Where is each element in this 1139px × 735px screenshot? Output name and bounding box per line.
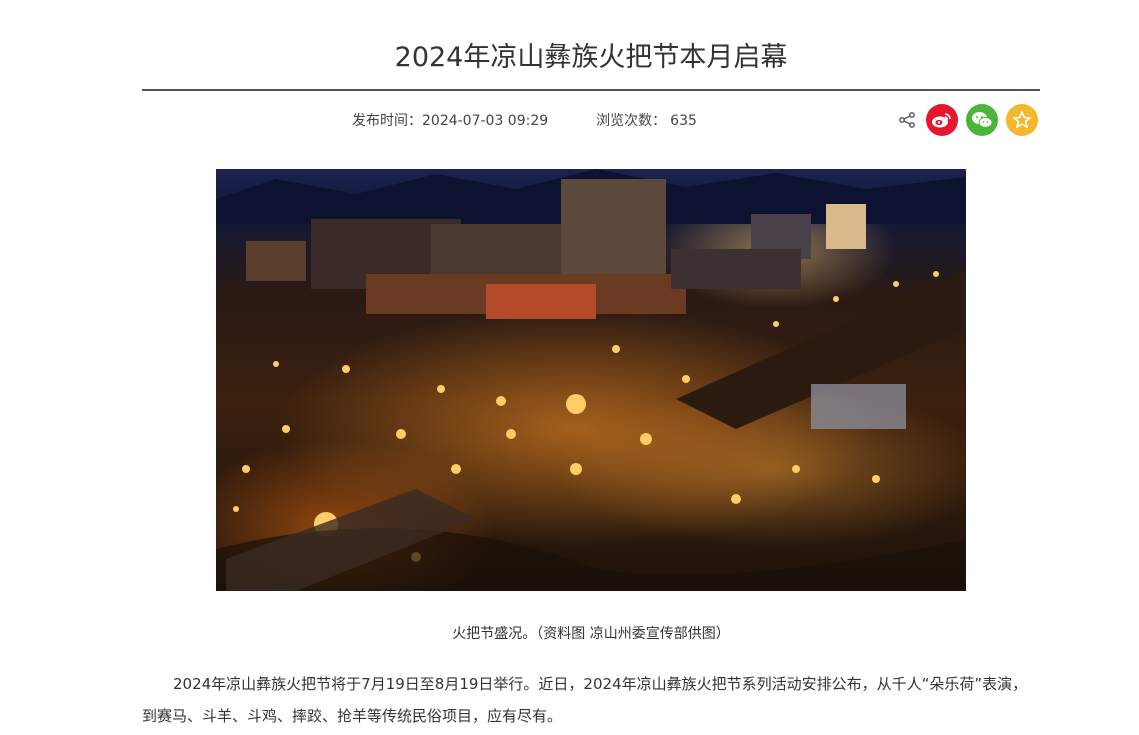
views-value: 635 [670, 113, 697, 129]
publish-time: 发布时间：2024-07-03 09:29 [352, 111, 548, 131]
favorite-button[interactable] [1006, 104, 1038, 136]
share-toolbar [898, 104, 1038, 136]
publish-value: 2024-07-03 09:29 [422, 113, 549, 129]
views-label: 浏览次数： [596, 113, 667, 129]
title-divider [142, 89, 1040, 91]
wechat-share-button[interactable] [966, 104, 998, 136]
weibo-share-button[interactable] [926, 104, 958, 136]
weibo-icon [932, 113, 951, 128]
share-icon[interactable] [898, 111, 916, 129]
publish-label: 发布时间： [352, 113, 422, 129]
view-count: 浏览次数： 635 [596, 111, 697, 131]
article-paragraph: 2024年凉山彝族火把节将于7月19日至8月19日举行。近日，2024年凉山彝族… [142, 675, 1028, 725]
wechat-icon [972, 112, 993, 128]
favorite-icon [1012, 111, 1032, 129]
article-meta: 发布时间：2024-07-03 09:29 浏览次数： 635 [352, 111, 697, 131]
photo-illustration [216, 169, 966, 591]
photo-caption: 火把节盛况。（资料图 凉山州委宣传部供图） [452, 626, 730, 642]
article-photo [216, 169, 966, 591]
article-title: 2024年凉山彝族火把节本月启幕 [394, 42, 788, 73]
